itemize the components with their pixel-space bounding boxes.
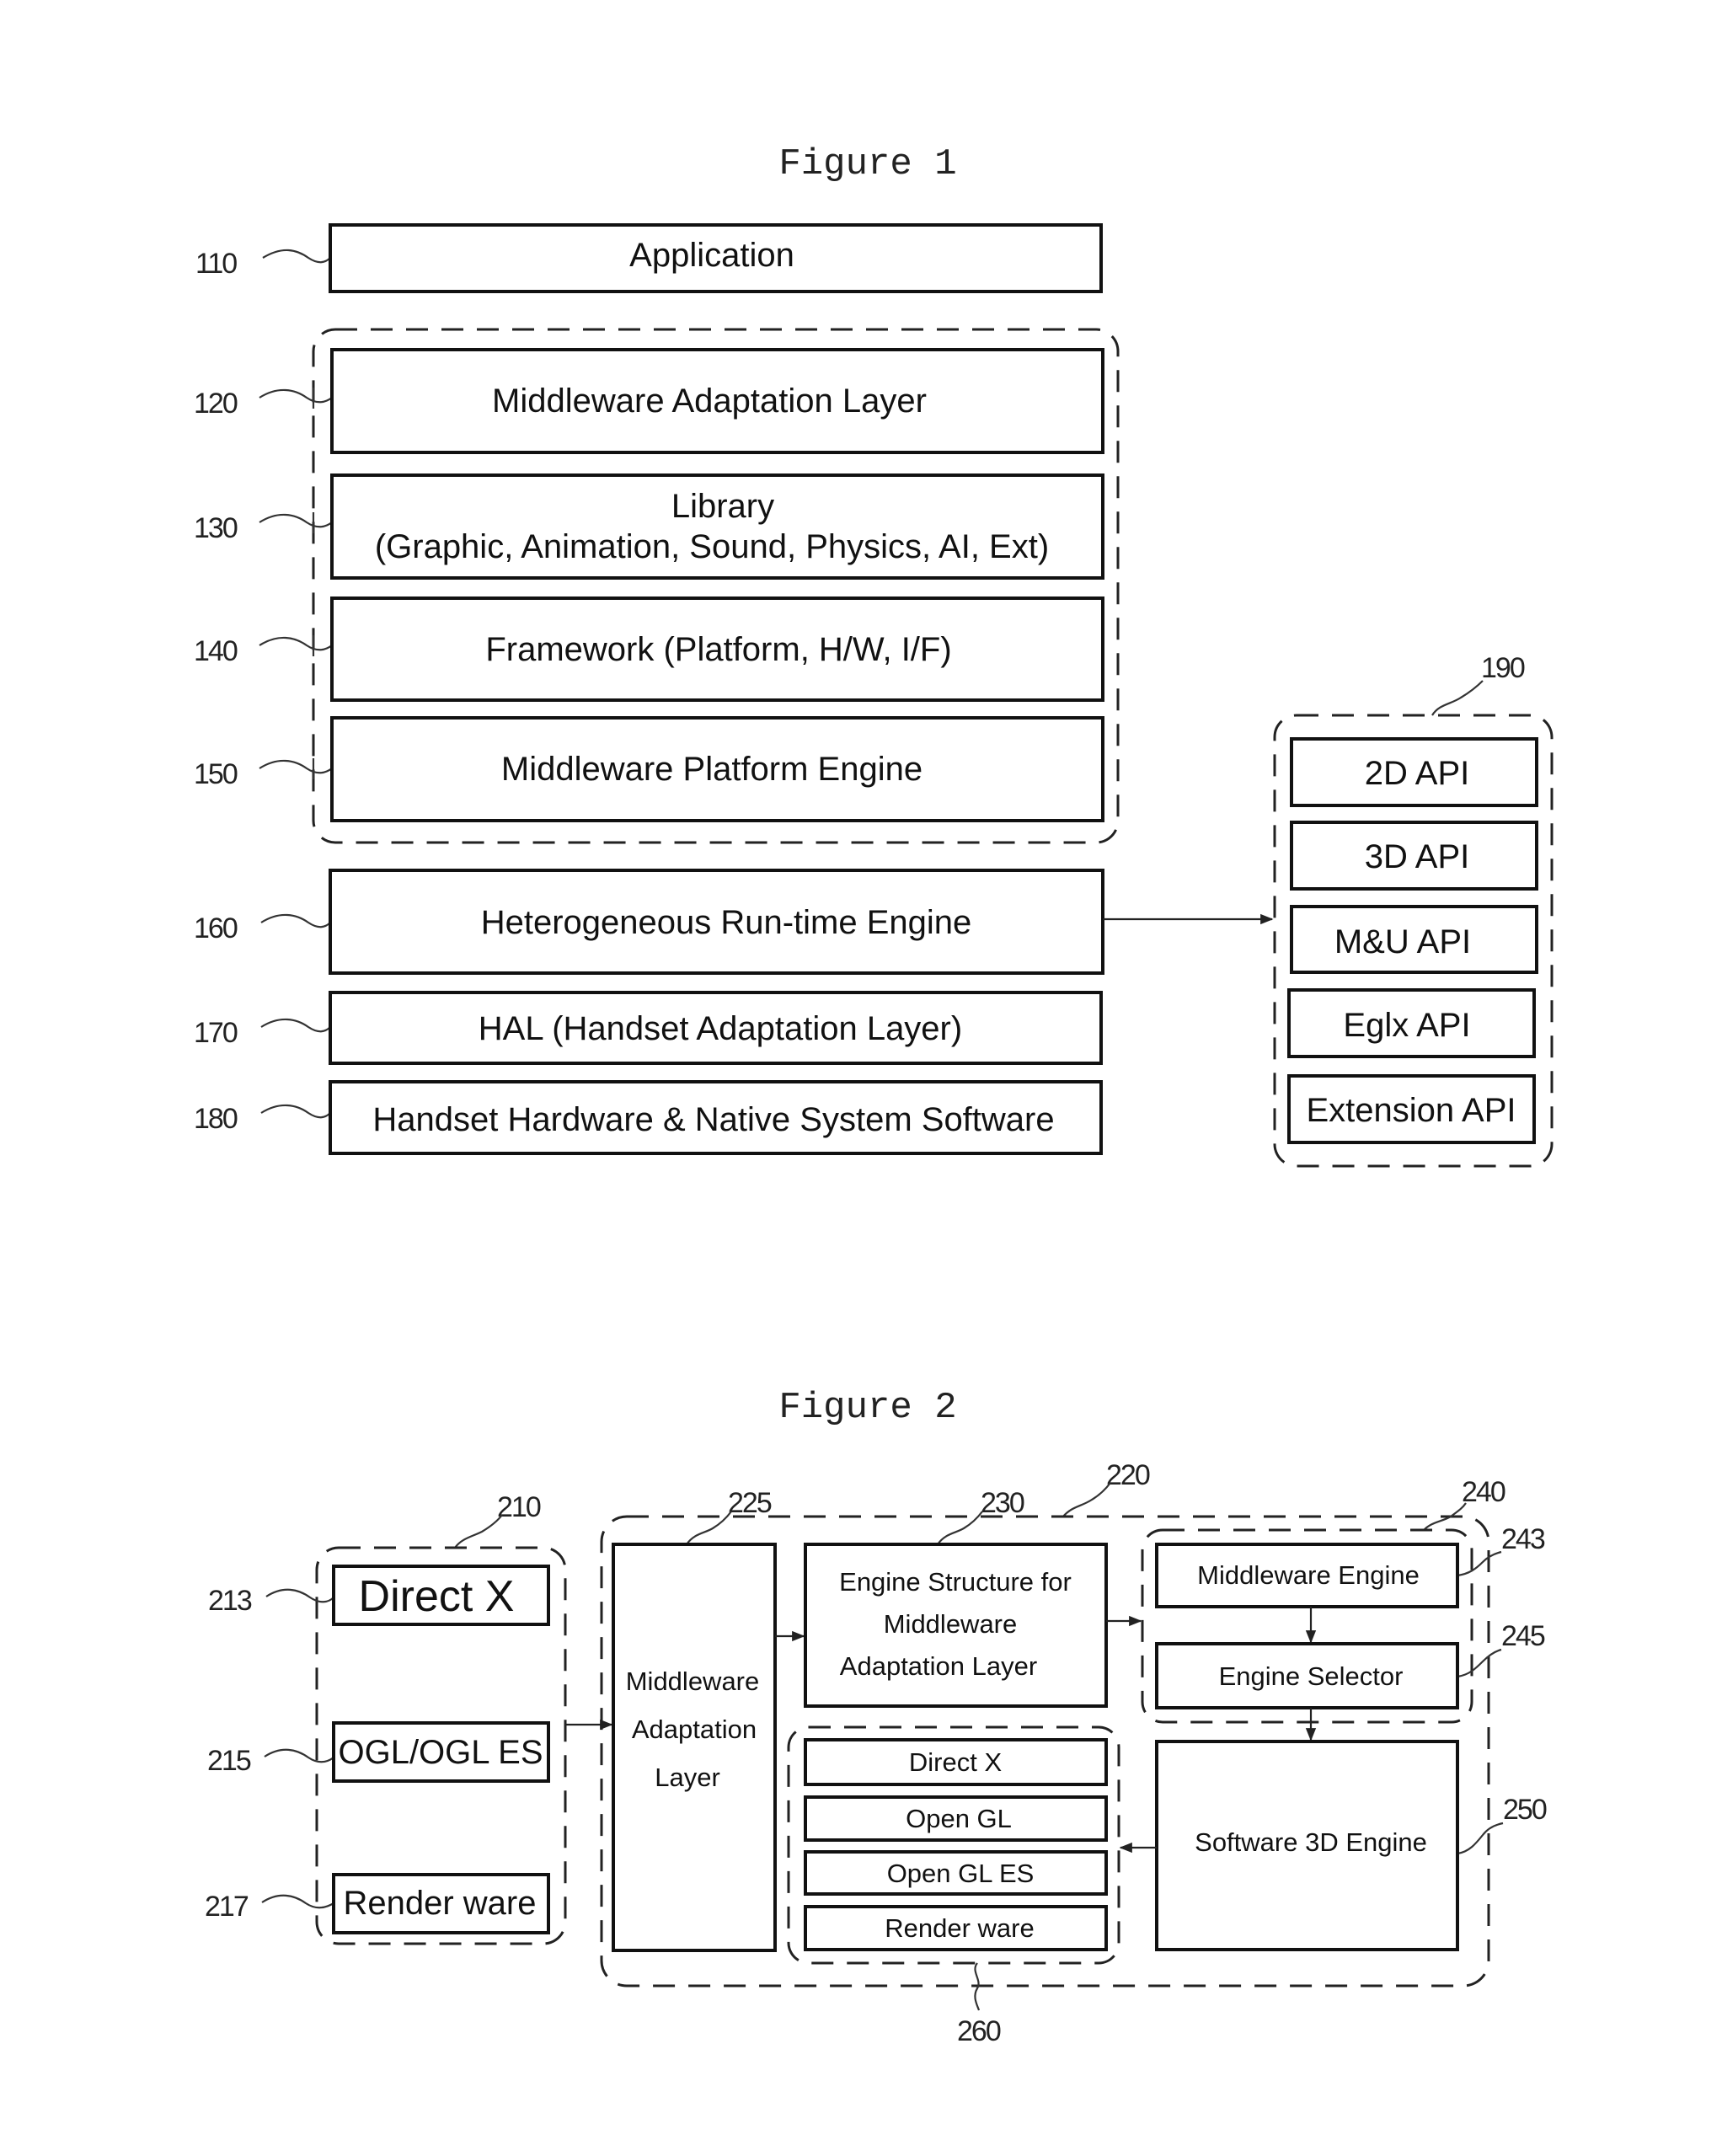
layer-framework: 140 Framework (Platform, H/W, I/F): [194, 597, 1104, 702]
layer-heterogeneous-runtime-engine: 160 Heterogeneous Run-time Engine: [194, 869, 1104, 975]
ref-label: 217: [205, 1891, 249, 1923]
leader-line: [264, 1748, 334, 1763]
leader-line: [259, 388, 333, 404]
ref-label: 160: [194, 912, 238, 944]
leader-line: [1431, 680, 1484, 716]
layer-middleware-adaptation: 120 Middleware Adaptation Layer: [194, 348, 1104, 454]
leader-line: [260, 1104, 331, 1119]
engine-selector-label: Engine Selector: [1219, 1661, 1404, 1691]
layer-label: Middleware Adaptation Layer: [492, 383, 927, 420]
layer-handset-hardware: 180 Handset Hardware & Native System Sof…: [194, 1080, 1103, 1155]
leader-line: [259, 636, 333, 651]
api-label: Extension API: [1306, 1092, 1516, 1129]
ref-label: 213: [208, 1585, 252, 1617]
api-label: 2D API: [1365, 755, 1470, 792]
ref-label: 220: [1106, 1459, 1150, 1491]
ref-label: 260: [957, 2015, 1001, 2047]
leader-line: [454, 1514, 503, 1549]
leader-line: [1062, 1482, 1111, 1517]
ref-label: 250: [1503, 1794, 1547, 1826]
leader-line: [1457, 1648, 1502, 1678]
patent-figures: Figure 1 110 Application 120 Middleware …: [194, 143, 1554, 2047]
ref-label: 180: [194, 1103, 238, 1135]
leader-line: [259, 759, 333, 774]
leader-line: [265, 1588, 334, 1603]
figure-1: Figure 1 110 Application 120 Middleware …: [194, 143, 1554, 1168]
ref-label: 190: [1481, 652, 1525, 684]
api-label: Open GL: [906, 1804, 1012, 1833]
ref-label: 243: [1501, 1523, 1545, 1555]
engine-structure-line3: Adaptation Layer: [840, 1651, 1037, 1681]
ref-label: 140: [194, 635, 238, 667]
adaptation-layer-line1: Middleware: [626, 1666, 760, 1696]
layer-hal: 170 HAL (Handset Adaptation Layer): [194, 991, 1103, 1065]
layer-label: HAL (Handset Adaptation Layer): [479, 1010, 962, 1047]
leader-line: [261, 1894, 334, 1909]
middleware-engine-label: Middleware Engine: [1197, 1560, 1420, 1590]
figure-1-title: Figure 1: [778, 143, 956, 185]
renderware-label: Render ware: [343, 1885, 536, 1922]
adaptation-layer-line3: Layer: [655, 1763, 720, 1792]
software-3d-engine-label: Software 3D Engine: [1195, 1827, 1427, 1857]
external-api-group: 210 213 Direct X 215 OGL/OGL ES 217 Rend…: [205, 1491, 567, 1945]
ref-label: 210: [497, 1491, 541, 1523]
layer-library: 130 Library (Graphic, Animation, Sound, …: [194, 473, 1104, 580]
ref-label: 150: [194, 758, 238, 790]
leader-line: [259, 513, 333, 528]
ref-label: 225: [728, 1487, 772, 1519]
middleware-group: 220 225 Middleware Adaptation Layer 230 …: [600, 1459, 1548, 2047]
layer-application: 110 Application: [195, 223, 1103, 293]
layer-middleware-platform-engine: 150 Middleware Platform Engine: [194, 716, 1104, 822]
api-label: Open GL ES: [887, 1859, 1035, 1888]
layer-label: Middleware Platform Engine: [501, 751, 922, 788]
engine-structure-line2: Middleware: [884, 1609, 1018, 1639]
figure-2: Figure 2 210 213 Direct X 215 OGL/OGL ES…: [205, 1387, 1548, 2047]
api-label: M&U API: [1334, 923, 1471, 960]
ref-label: 230: [981, 1487, 1024, 1519]
ref-label: 240: [1462, 1476, 1505, 1508]
api-label: 3D API: [1365, 838, 1470, 875]
ogl-label: OGL/OGL ES: [338, 1734, 543, 1771]
ref-label: 120: [194, 388, 238, 420]
api-label: Render ware: [885, 1913, 1034, 1943]
api-label: Direct X: [909, 1747, 1003, 1777]
layer-label: Heterogeneous Run-time Engine: [481, 904, 972, 941]
layer-label: Handset Hardware & Native System Softwar…: [372, 1101, 1054, 1138]
ref-label: 245: [1501, 1620, 1545, 1652]
leader-line: [1457, 1822, 1504, 1855]
layer-label: Framework (Platform, H/W, I/F): [485, 631, 951, 668]
api-group: 190 2D API 3D API M&U API Eglx API Exten…: [1273, 652, 1554, 1168]
api-label: Eglx API: [1343, 1007, 1470, 1044]
ref-label: 130: [194, 512, 238, 544]
adaptation-layer-line2: Adaptation: [632, 1715, 757, 1744]
layer-label-line1: Library: [671, 488, 774, 525]
adaptation-layer-box: [612, 1543, 777, 1952]
ref-label: 110: [195, 248, 237, 280]
layer-label-line2: (Graphic, Animation, Sound, Physics, AI,…: [375, 528, 1049, 565]
layer-label: Application: [629, 237, 794, 274]
engine-structure-line1: Engine Structure for: [839, 1567, 1072, 1597]
leader-line: [262, 249, 331, 264]
leader-line: [1457, 1550, 1502, 1577]
figure-2-title: Figure 2: [778, 1387, 956, 1429]
directx-label: Direct X: [359, 1572, 515, 1621]
ref-label: 215: [207, 1745, 251, 1777]
leader-line: [260, 1018, 331, 1033]
ref-label: 170: [194, 1017, 238, 1049]
leader-line: [260, 913, 331, 928]
